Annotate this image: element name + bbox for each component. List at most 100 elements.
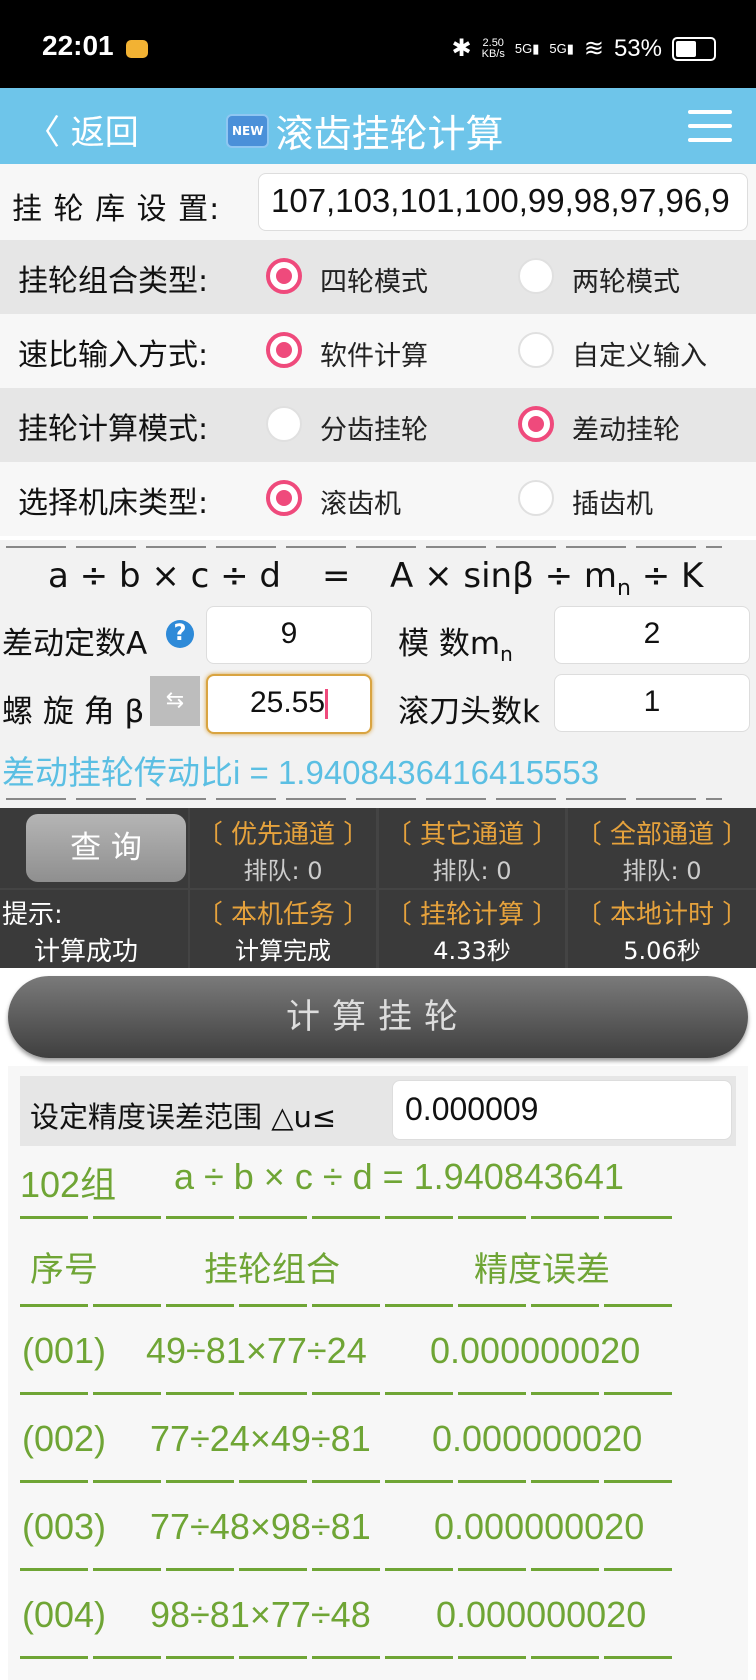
radio-custom-input[interactable] xyxy=(518,332,554,368)
divider xyxy=(20,1216,672,1219)
page-title-wrap: NEW 滚齿挂轮计算 xyxy=(226,103,504,158)
helix-angle-input[interactable]: 25.55 xyxy=(206,674,372,734)
divider xyxy=(20,1304,672,1307)
calculate-gears-button[interactable]: 计算挂轮 xyxy=(8,976,748,1058)
row-1-error: 0.000000020 xyxy=(430,1330,641,1371)
local-timer: 〔 本地计时 〕 5.06秒 xyxy=(568,890,756,968)
module-label: 模 数mn xyxy=(398,626,513,667)
queue-panel: 查 询 〔 优先通道 〕 排队: 0 〔 其它通道 〕 排队: 0 〔 全部通道… xyxy=(0,808,756,968)
result-formula: a ÷ b × c ÷ d = 1.940843641 xyxy=(174,1156,624,1197)
option-software-calc: 软件计算 xyxy=(320,341,428,372)
wifi-icon: ≋ xyxy=(583,35,604,62)
new-badge-icon: NEW xyxy=(226,113,270,148)
other-channel-queue: 排队: 0 xyxy=(432,857,512,885)
ratio-input-row: 速比输入方式: 软件计算 自定义输入 xyxy=(0,314,756,388)
hint-cell: 提示: 计算成功 xyxy=(0,890,188,968)
const-a-input[interactable]: 9 xyxy=(206,606,372,664)
game-mode-icon xyxy=(126,40,148,58)
divider xyxy=(20,1392,672,1395)
combo-type-row: 挂轮组合类型: 四轮模式 两轮模式 xyxy=(0,240,756,314)
row-3-combo: 77÷48×98÷81 xyxy=(150,1506,371,1547)
header-index: 序号 xyxy=(30,1251,98,1289)
status-bar: 22:01 ✱ 2.50 KB/s 5G▮ 5G▮ ≋ 53% xyxy=(0,0,756,88)
hamburger-menu-icon[interactable] xyxy=(688,110,732,142)
priority-channel: 〔 优先通道 〕 排队: 0 xyxy=(190,808,376,888)
divider xyxy=(6,798,722,800)
swap-icon[interactable]: ⇆ xyxy=(150,676,200,726)
hob-starts-label: 滚刀头数k xyxy=(398,694,540,730)
status-indicators: ✱ 2.50 KB/s 5G▮ 5G▮ ≋ 53% xyxy=(451,34,716,63)
all-channel-queue: 排队: 0 xyxy=(622,857,702,885)
gear-calc-time-title: 〔 挂轮计算 〕 xyxy=(385,900,559,930)
formula-eq: = xyxy=(322,556,351,596)
other-channel: 〔 其它通道 〕 排队: 0 xyxy=(379,808,565,888)
option-shaping: 插齿机 xyxy=(572,489,653,520)
status-time: 22:01 xyxy=(42,30,114,61)
library-label: 挂 轮 库 设 置: xyxy=(12,192,221,227)
local-timer-value: 5.06秒 xyxy=(623,937,701,965)
precision-label: 设定精度误差范围 △u≤ xyxy=(30,1100,337,1134)
const-a-label: 差动定数A xyxy=(2,626,148,662)
header-error: 精度误差 xyxy=(474,1251,610,1289)
bluetooth-icon: ✱ xyxy=(451,35,472,62)
back-button[interactable]: 〈 返回 xyxy=(26,105,139,154)
machine-type-row: 选择机床类型: 滚齿机 插齿机 xyxy=(0,462,756,536)
divider xyxy=(6,546,722,548)
ratio-result: 差动挂轮传动比i = 1.9408436416415553 xyxy=(2,754,600,791)
divider xyxy=(20,1480,672,1483)
hob-starts-input[interactable]: 1 xyxy=(554,674,750,732)
local-task-title: 〔 本机任务 〕 xyxy=(196,900,370,930)
hint-label: 提示: xyxy=(2,900,63,930)
header-combo: 挂轮组合 xyxy=(204,1251,340,1289)
all-channel-title: 〔 全部通道 〕 xyxy=(575,820,749,850)
radio-shaping[interactable] xyxy=(518,480,554,516)
net-speed: 2.50 KB/s xyxy=(481,36,505,60)
gear-calc-time: 〔 挂轮计算 〕 4.33秒 xyxy=(379,890,565,968)
divider xyxy=(20,1656,672,1659)
title-bar: 〈 返回 NEW 滚齿挂轮计算 xyxy=(0,88,756,164)
radio-four-wheel[interactable] xyxy=(266,258,302,294)
radio-differential-gear[interactable] xyxy=(518,406,554,442)
formula-section: a ÷ b × c ÷ d = A × sinβ ÷ mn ÷ K 差动定数A … xyxy=(0,540,756,810)
query-button[interactable]: 查 询 xyxy=(26,814,186,882)
battery-percent: 53% xyxy=(613,34,662,62)
machine-type-label: 选择机床类型: xyxy=(18,486,209,521)
radio-software-calc[interactable] xyxy=(266,332,302,368)
helix-angle-label: 螺 旋 角 β xyxy=(2,694,145,730)
radio-two-wheel[interactable] xyxy=(518,258,554,294)
option-hobbing: 滚齿机 xyxy=(320,489,401,520)
help-icon[interactable]: ? xyxy=(166,620,194,648)
precision-input[interactable]: 0.000009 xyxy=(392,1080,732,1140)
row-1-index: (001) xyxy=(22,1330,107,1371)
option-custom-input: 自定义输入 xyxy=(572,341,707,372)
formula-lhs: a ÷ b × c ÷ d xyxy=(48,556,282,596)
row-3-index: (003) xyxy=(22,1506,107,1547)
precision-row: 设定精度误差范围 △u≤ 0.000009 xyxy=(20,1076,736,1146)
option-four-wheel: 四轮模式 xyxy=(320,267,428,298)
radio-hobbing[interactable] xyxy=(266,480,302,516)
local-task-value: 计算完成 xyxy=(235,937,331,965)
row-2-index: (002) xyxy=(22,1418,107,1459)
formula-rhs: A × sinβ ÷ mn ÷ K xyxy=(390,556,704,601)
ratio-input-label: 速比输入方式: xyxy=(18,338,209,373)
signal-2-icon: 5G▮ xyxy=(549,40,574,56)
row-1-combo: 49÷81×77÷24 xyxy=(146,1330,367,1371)
calc-mode-label: 挂轮计算模式: xyxy=(18,412,209,447)
row-4-error: 0.000000020 xyxy=(436,1594,647,1635)
priority-channel-title: 〔 优先通道 〕 xyxy=(196,820,370,850)
battery-icon xyxy=(672,36,716,61)
library-input[interactable]: 107,103,101,100,99,98,97,96,9 xyxy=(258,173,748,231)
module-input[interactable]: 2 xyxy=(554,606,750,664)
option-two-wheel: 两轮模式 xyxy=(572,267,680,298)
signal-1-icon: 5G▮ xyxy=(514,40,540,56)
all-channel: 〔 全部通道 〕 排队: 0 xyxy=(568,808,756,888)
result-count: 102组 xyxy=(20,1164,117,1205)
hint-value: 计算成功 xyxy=(34,937,139,967)
option-differential-gear: 差动挂轮 xyxy=(572,415,680,446)
row-3-error: 0.000000020 xyxy=(434,1506,645,1547)
page-title: 滚齿挂轮计算 xyxy=(275,112,504,156)
radio-index-gear[interactable] xyxy=(266,406,302,442)
row-4-combo: 98÷81×77÷48 xyxy=(150,1594,371,1635)
option-index-gear: 分齿挂轮 xyxy=(320,415,428,446)
divider xyxy=(20,1568,672,1571)
